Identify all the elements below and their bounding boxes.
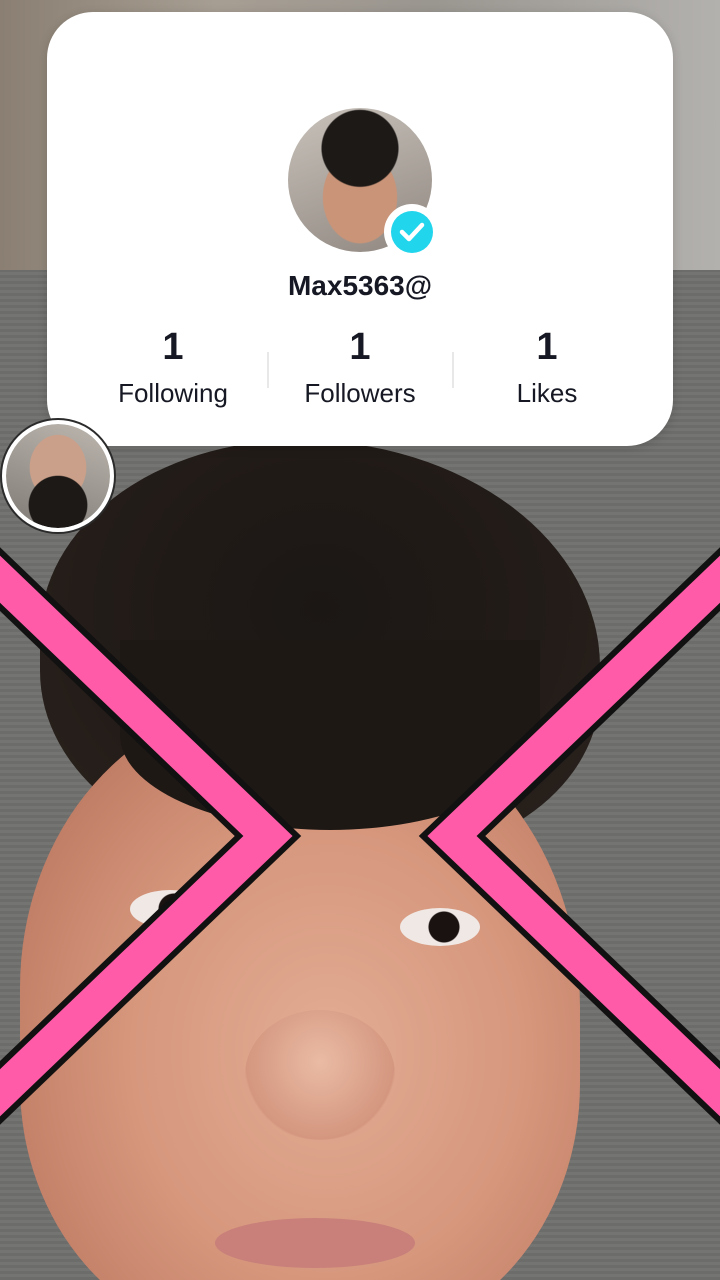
likes-count: 1	[536, 326, 558, 368]
background-fringe	[120, 640, 540, 830]
background-left-eye	[130, 890, 210, 928]
floating-avatar-image	[6, 424, 110, 528]
floating-avatar[interactable]	[2, 420, 114, 532]
followers-label: Followers	[304, 378, 416, 408]
following-count: 1	[162, 326, 184, 368]
likes-label: Likes	[516, 378, 578, 408]
stat-following[interactable]: 1 Following	[78, 322, 268, 410]
background-right-eye	[400, 908, 480, 946]
stat-followers[interactable]: 1 Followers	[265, 322, 455, 410]
check-icon	[399, 222, 425, 242]
profile-username: Max5363@	[287, 270, 433, 301]
followers-count: 1	[349, 326, 371, 368]
verified-badge-circle	[391, 211, 433, 253]
background-mouth	[215, 1218, 415, 1268]
stat-likes[interactable]: 1 Likes	[452, 322, 642, 410]
background-nose	[245, 1010, 395, 1140]
following-label: Following	[118, 378, 228, 408]
verified-check-icon	[384, 204, 440, 260]
